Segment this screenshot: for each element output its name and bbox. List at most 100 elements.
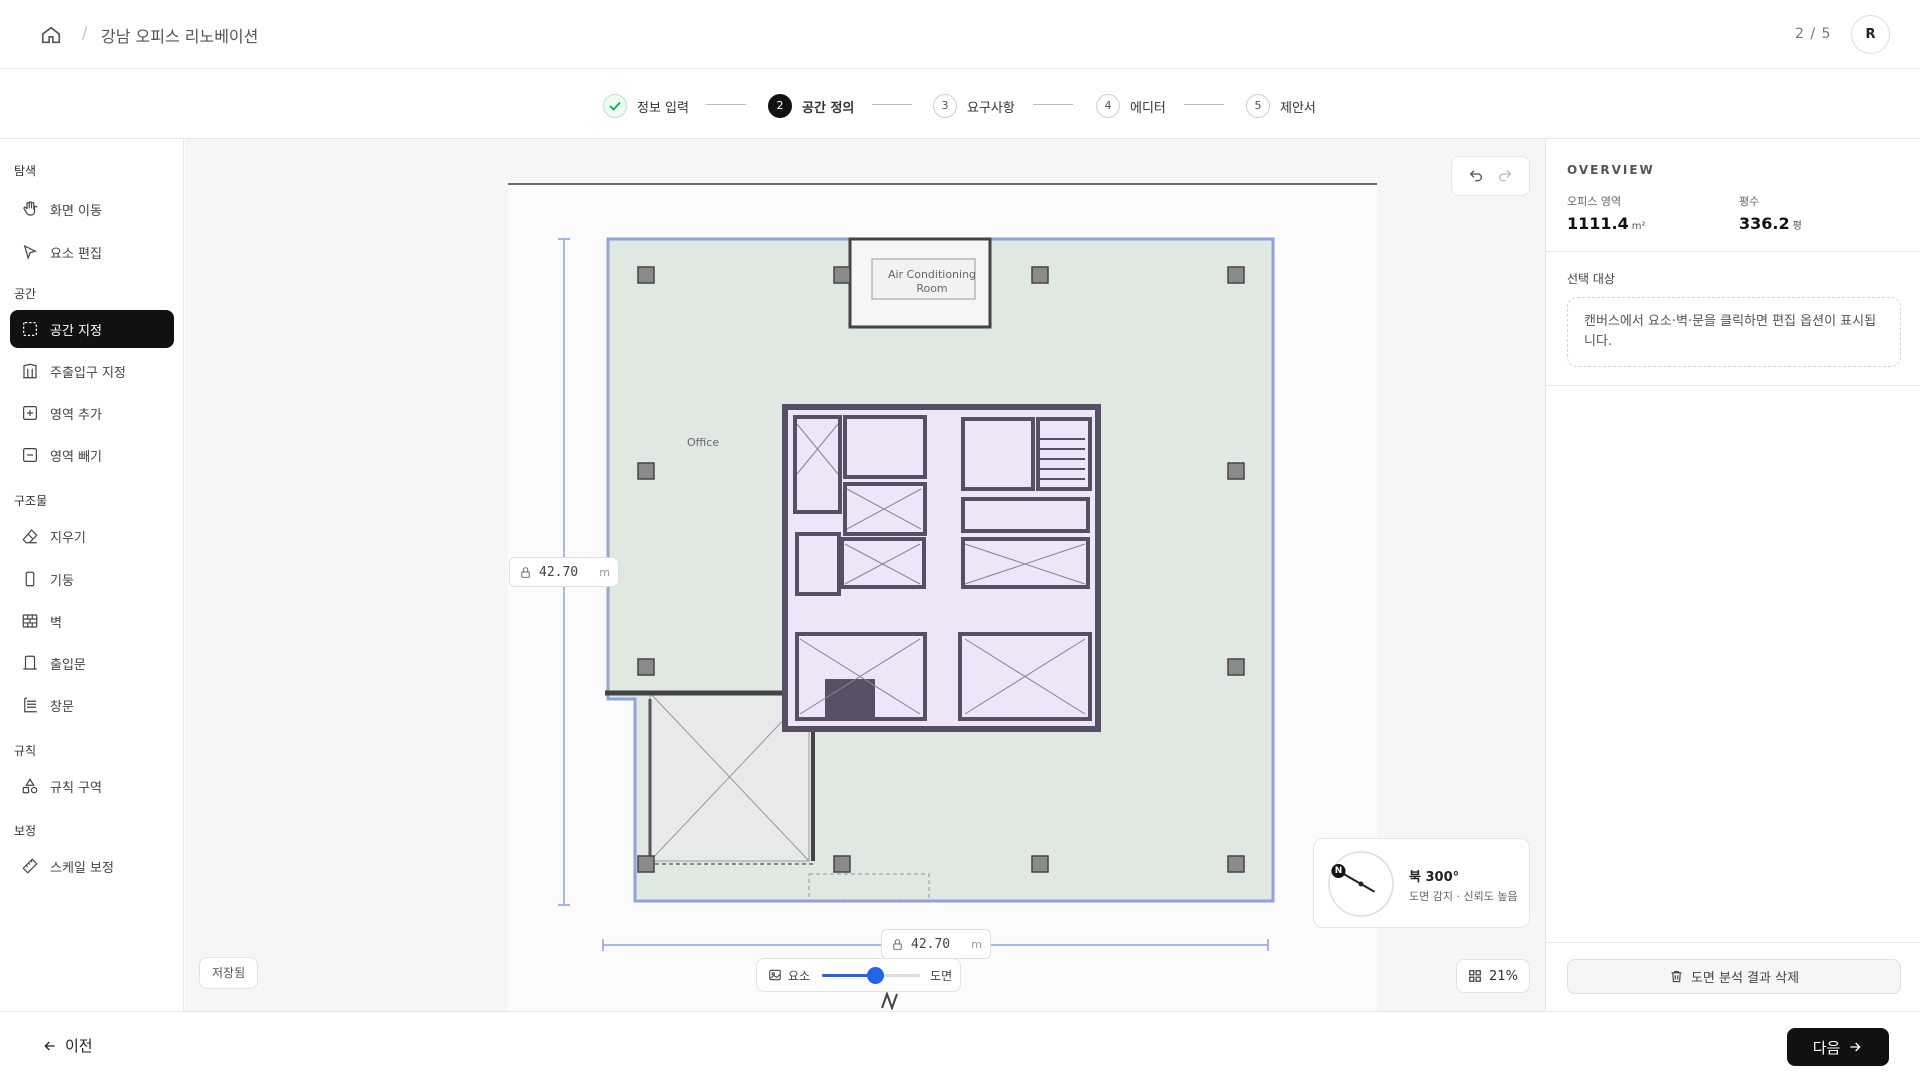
tool-rule-zone[interactable]: 규칙 구역 <box>10 767 174 805</box>
pyeong-label: 평수 <box>1739 195 1760 208</box>
home-icon[interactable] <box>40 24 62 46</box>
step-space[interactable]: 2 공간 정의 <box>768 94 854 118</box>
window-icon <box>20 695 40 715</box>
divider <box>1546 942 1920 943</box>
next-button[interactable]: 다음 <box>1787 1028 1889 1066</box>
tool-label: 출입문 <box>50 657 86 673</box>
project-title[interactable]: 강남 오피스 리노베이션 <box>101 23 258 47</box>
step-number: 4 <box>1096 94 1120 118</box>
slider-thumb[interactable] <box>866 967 884 984</box>
north-compass-card[interactable]: N 북 300° 도면 감지 · 신뢰도 높음 <box>1313 838 1530 928</box>
prev-label: 이전 <box>65 1037 93 1055</box>
tool-door[interactable]: 출입문 <box>10 644 174 682</box>
tool-eraser[interactable]: 지우기 <box>10 517 174 555</box>
tool-label: 요소 편집 <box>50 246 102 262</box>
step-proposal[interactable]: 5 제안서 <box>1246 94 1316 118</box>
layer-opacity-slider[interactable]: 요소 도면 <box>756 958 961 992</box>
dimension-unit: m <box>599 565 610 579</box>
bottom-footer: 이전 다음 <box>0 1011 1920 1080</box>
tool-scale-calibration[interactable]: 스케일 보정 <box>10 847 174 885</box>
minus-square-icon <box>20 445 40 465</box>
tool-define-space[interactable]: 공간 지정 <box>10 310 174 348</box>
step-label: 정보 입력 <box>637 100 689 116</box>
step-number: 2 <box>768 94 792 118</box>
divider <box>1546 385 1920 386</box>
compass-dial-icon[interactable]: N <box>1326 849 1396 919</box>
image-icon <box>769 969 781 981</box>
ac-room-label-line: Air Conditioning <box>887 268 977 281</box>
top-header: / 강남 오피스 리노베이션 2 / 5 R <box>0 0 1920 69</box>
group-title-calibration: 보정 <box>14 824 37 838</box>
tool-column[interactable]: 기둥 <box>10 560 174 598</box>
tool-add-area[interactable]: 영역 추가 <box>10 394 174 432</box>
divider <box>1546 251 1920 252</box>
undo-redo-group <box>1451 156 1530 196</box>
tool-select[interactable]: 요소 편집 <box>10 233 174 271</box>
pyeong-number: 336.2 <box>1739 214 1790 233</box>
office-label: Office <box>687 436 720 449</box>
pyeong-value: 336.2 평 <box>1739 214 1802 233</box>
step-label: 공간 정의 <box>802 100 855 116</box>
tool-wall[interactable]: 벽 <box>10 602 174 640</box>
step-requirements[interactable]: 3 요구사항 <box>933 94 1015 118</box>
overview-title: OVERVIEW <box>1567 163 1655 177</box>
slider-track[interactable] <box>822 967 921 984</box>
prev-button[interactable]: 이전 <box>42 1035 93 1056</box>
pyeong-unit: 평 <box>1792 221 1802 232</box>
step-connector <box>706 104 746 105</box>
hand-icon <box>20 199 40 219</box>
tool-label: 지우기 <box>50 530 86 546</box>
group-title-space: 공간 <box>14 287 37 301</box>
step-connector <box>872 104 912 105</box>
step-label: 에디터 <box>1130 100 1166 116</box>
tool-pan[interactable]: 화면 이동 <box>10 190 174 228</box>
undo-icon[interactable] <box>1468 168 1484 184</box>
selection-hint: 캔버스에서 요소·벽·문을 클릭하면 편집 옵션이 표시됩니다. <box>1567 297 1901 367</box>
zoom-level: 21% <box>1489 968 1518 984</box>
delete-label: 도면 분석 결과 삭제 <box>1690 971 1800 986</box>
horizontal-dimension-input[interactable]: 42.70 m <box>881 929 991 959</box>
group-title-rules: 규칙 <box>14 744 37 758</box>
tool-label: 영역 빼기 <box>50 449 102 465</box>
step-connector <box>1033 104 1073 105</box>
group-title-navigate: 탐색 <box>14 164 37 178</box>
tool-label: 벽 <box>50 615 62 631</box>
grid-icon <box>1469 970 1481 982</box>
selection-title: 선택 대상 <box>1567 272 1615 286</box>
breadcrumb-separator: / <box>82 23 88 42</box>
svg-text:N: N <box>1335 866 1343 876</box>
step-editor[interactable]: 4 에디터 <box>1096 94 1166 118</box>
office-area-unit: m² <box>1631 221 1646 232</box>
step-info[interactable]: 정보 입력 <box>603 94 689 118</box>
group-title-structure: 구조물 <box>14 494 48 508</box>
tool-label: 기둥 <box>50 573 74 589</box>
tool-main-entrance[interactable]: 주출입구 지정 <box>10 352 174 390</box>
dimension-unit: m <box>971 937 982 951</box>
next-label: 다음 <box>1812 1038 1841 1057</box>
zoom-control[interactable]: 21% <box>1456 959 1530 993</box>
office-area-label: 오피스 영역 <box>1567 195 1622 208</box>
tool-label: 규칙 구역 <box>50 780 102 796</box>
redo-icon[interactable] <box>1497 168 1513 184</box>
lock-icon[interactable] <box>891 938 904 951</box>
compass-status: 도면 감지 · 신뢰도 높음 <box>1409 890 1518 903</box>
step-number: 5 <box>1246 94 1270 118</box>
trash-icon <box>1671 970 1682 983</box>
vertical-dimension-input[interactable]: 42.70 m <box>509 557 619 587</box>
tool-label: 영역 추가 <box>50 407 102 423</box>
tool-label: 스케일 보정 <box>50 860 114 876</box>
tool-label: 주출입구 지정 <box>50 365 126 381</box>
delete-analysis-button[interactable]: 도면 분석 결과 삭제 <box>1567 959 1901 994</box>
entrance-icon <box>20 361 40 381</box>
lock-icon[interactable] <box>519 566 532 579</box>
tool-window[interactable]: 창문 <box>10 686 174 724</box>
tool-subtract-area[interactable]: 영역 빼기 <box>10 436 174 474</box>
dimension-value: 42.70 <box>539 564 579 580</box>
user-avatar[interactable]: R <box>1851 15 1890 54</box>
page-counter: 2 / 5 <box>1795 26 1832 42</box>
floorplan-canvas[interactable]: Air Conditioning Room Office 42.70 m 42.… <box>185 139 1545 1011</box>
step-label: 요구사항 <box>967 100 1015 116</box>
office-area-value: 1111.4 m² <box>1567 214 1646 233</box>
plus-square-icon <box>20 403 40 423</box>
wall-icon <box>20 611 40 631</box>
